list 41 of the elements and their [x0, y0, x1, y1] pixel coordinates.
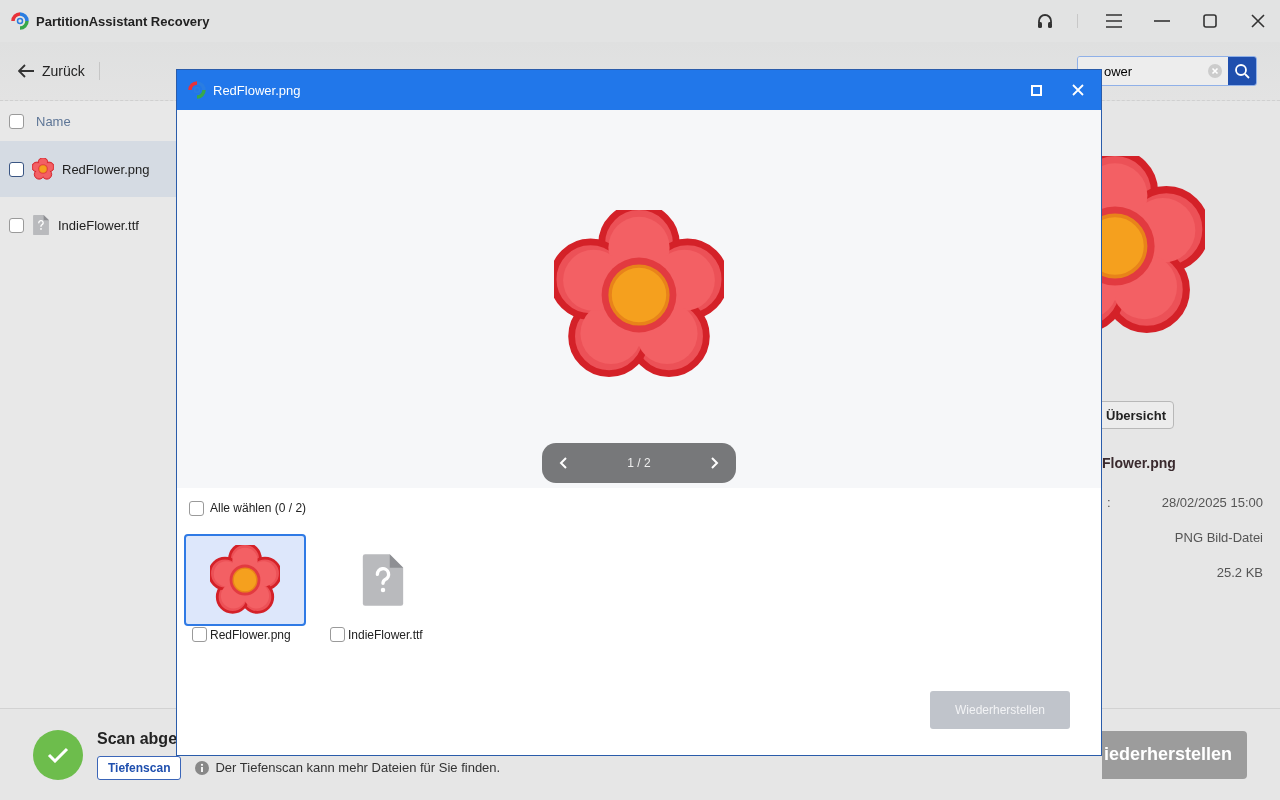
menu-icon[interactable]	[1106, 14, 1122, 28]
checkbox[interactable]	[9, 217, 24, 233]
unknown-file-icon	[360, 552, 406, 608]
app-logo-icon	[187, 80, 207, 100]
flower-icon	[210, 545, 280, 615]
file-name: RedFlower.png	[210, 627, 291, 642]
flower-icon	[32, 158, 54, 180]
back-button[interactable]: Zurück	[18, 62, 100, 80]
file-name: RedFlower.png	[62, 161, 150, 177]
dialog-title: RedFlower.png	[213, 82, 302, 98]
checkbox[interactable]	[189, 500, 204, 516]
checkbox[interactable]	[192, 627, 207, 642]
success-icon	[33, 729, 83, 780]
deep-scan-button[interactable]: Tiefenscan	[97, 755, 182, 780]
checkbox[interactable]	[9, 161, 24, 177]
checkbox[interactable]	[330, 627, 345, 642]
maximize-icon[interactable]	[1203, 14, 1217, 28]
hint-text: Der Tiefenscan kann mehr Dateien für Sie finden.	[215, 760, 501, 775]
field-value: PNG Bild-Datei	[1174, 530, 1263, 545]
page-counter: 1 / 2	[627, 456, 651, 470]
unknown-file-icon	[32, 214, 50, 236]
file-name: IndieFlower.ttf	[348, 627, 423, 642]
column-header[interactable]: Name	[36, 113, 71, 129]
file-name: IndieFlower.ttf	[58, 217, 139, 233]
thumbnail[interactable]	[184, 534, 306, 626]
app-title: PartitionAssistant Recovery	[36, 13, 211, 29]
field-label: :	[1107, 495, 1111, 510]
field-value: 25.2 KB	[1216, 565, 1263, 580]
file-row[interactable]: IndieFlower.ttf	[0, 197, 1080, 253]
app-logo-icon	[10, 11, 30, 31]
close-icon[interactable]	[1251, 14, 1265, 28]
search-field[interactable]: ower	[1077, 56, 1257, 86]
status-title: Scan abge	[97, 729, 179, 748]
select-all-label: Alle wählen (0 / 2)	[210, 501, 307, 515]
back-arrow-icon[interactable]	[18, 64, 34, 78]
info-icon	[195, 760, 210, 775]
file-name: Flower.png	[1102, 455, 1176, 471]
search-icon[interactable]	[1234, 63, 1250, 79]
search-button[interactable]	[1228, 57, 1256, 85]
checkbox[interactable]	[9, 113, 24, 129]
field-value: 28/02/2025 15:00	[1161, 495, 1263, 510]
